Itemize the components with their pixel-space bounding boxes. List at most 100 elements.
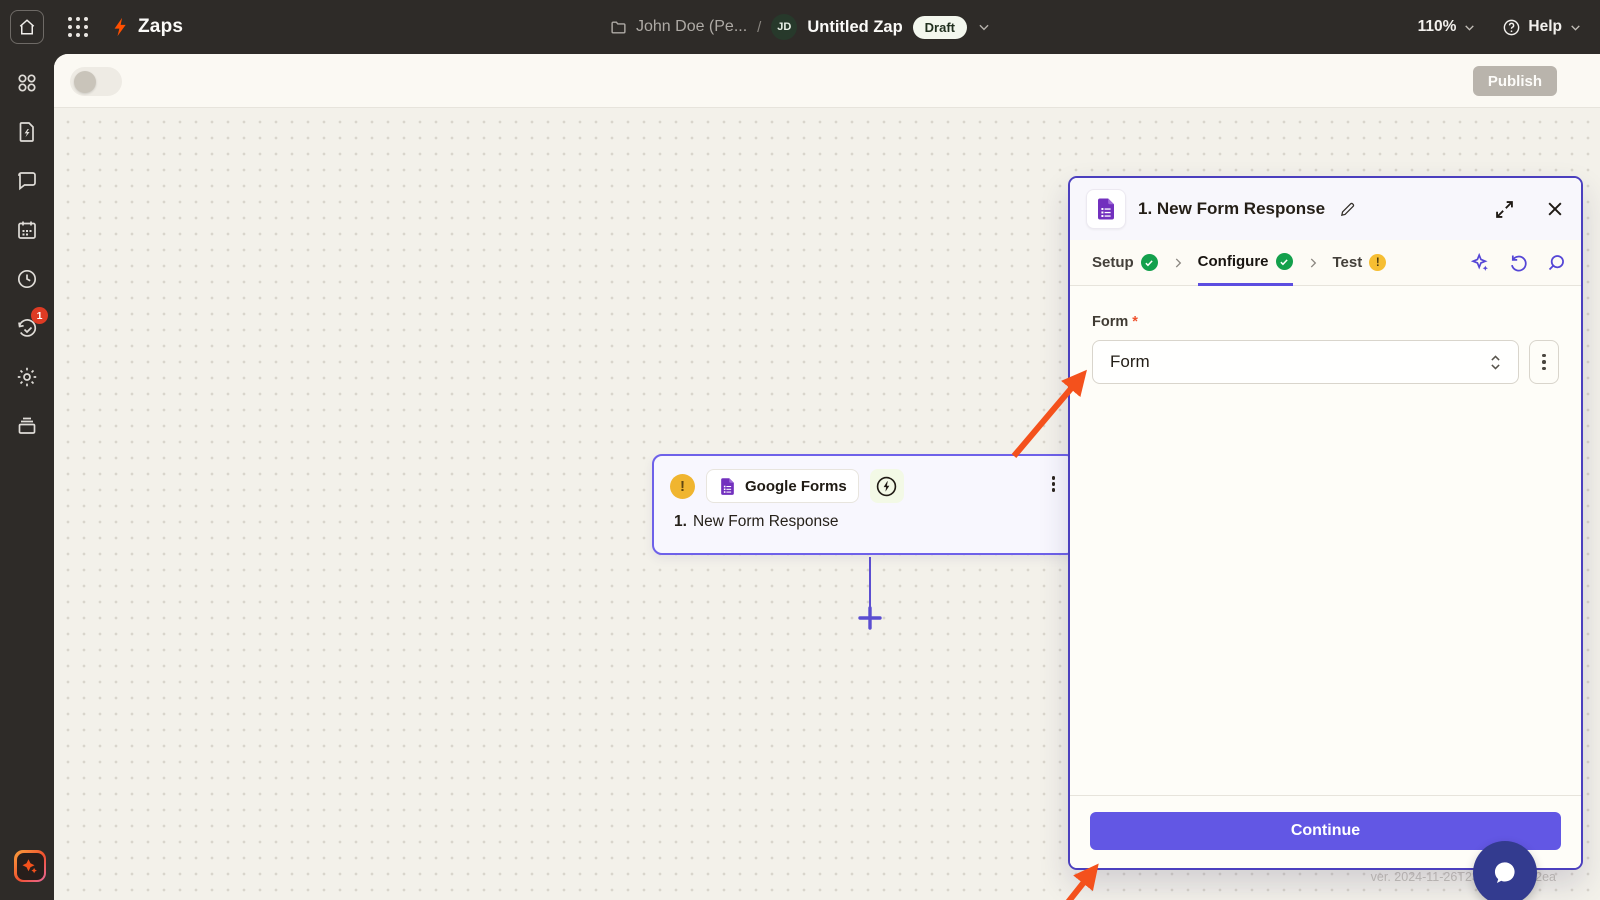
- arrow-to-continue-button: [1030, 872, 1092, 900]
- google-forms-icon: [718, 477, 737, 496]
- form-label-text: Form: [1092, 314, 1128, 330]
- breadcrumb-separator: /: [757, 19, 761, 36]
- step-title: New Form Response: [693, 513, 839, 531]
- panel-body: Form* Form: [1070, 286, 1581, 412]
- zap-canvas[interactable]: ! Google Forms 1. New Form Response: [54, 108, 1600, 900]
- chevron-down-icon: [1569, 21, 1582, 34]
- warning-icon: !: [670, 474, 695, 499]
- step-number: 1.: [674, 513, 687, 531]
- help-menu[interactable]: Help: [1502, 18, 1582, 37]
- stack-icon: [15, 414, 39, 438]
- undo-refresh-button[interactable]: [1508, 252, 1529, 273]
- required-asterisk: *: [1132, 314, 1138, 330]
- editor-toolbar: Publish: [54, 54, 1600, 108]
- tab-setup[interactable]: Setup: [1092, 240, 1158, 285]
- breadcrumb-folder[interactable]: John Doe (Pe...: [609, 18, 747, 36]
- status-badge: Draft: [913, 16, 967, 39]
- chevron-down-icon: [1463, 21, 1476, 34]
- rename-step-button[interactable]: [1339, 201, 1356, 218]
- calendar-icon: [15, 218, 39, 242]
- close-panel-button[interactable]: [1545, 199, 1565, 219]
- help-label: Help: [1528, 18, 1562, 36]
- avatar: JD: [771, 14, 797, 40]
- tab-setup-label: Setup: [1092, 254, 1134, 271]
- panel-title: 1. New Form Response: [1138, 199, 1325, 219]
- search-fields-button[interactable]: [1546, 252, 1567, 273]
- configure-done-icon: [1276, 253, 1293, 270]
- trigger-bolt-icon: [875, 475, 898, 498]
- step-card-trigger[interactable]: ! Google Forms 1. New Form Response: [652, 454, 1076, 555]
- zoom-level: 110%: [1418, 18, 1457, 36]
- apps-icon: [15, 71, 39, 95]
- folder-icon: [609, 19, 628, 36]
- undo-icon: [1508, 252, 1529, 273]
- step-config-panel: 1. New Form Response Setup: [1068, 176, 1583, 870]
- tab-bar-actions: [1470, 240, 1567, 285]
- left-sidebar: 1: [0, 54, 54, 900]
- close-icon: [1545, 199, 1565, 219]
- sidebar-item-interfaces[interactable]: [15, 414, 39, 438]
- home-icon: [18, 18, 36, 36]
- sidebar-item-apps[interactable]: [15, 71, 39, 95]
- form-field-label: Form*: [1092, 314, 1559, 330]
- sidebar-item-settings[interactable]: [15, 365, 39, 389]
- sidebar-item-templates[interactable]: [15, 120, 39, 144]
- sidebar-item-schedule[interactable]: [15, 218, 39, 242]
- sparkle-icon: [21, 857, 39, 875]
- sparkle-icon: [1470, 252, 1491, 273]
- notification-badge: 1: [31, 307, 48, 324]
- home-button[interactable]: [10, 10, 44, 44]
- test-warning-icon: !: [1369, 254, 1386, 271]
- tab-test[interactable]: Test !: [1333, 240, 1387, 285]
- zap-title[interactable]: Untitled Zap: [807, 18, 902, 37]
- zoom-level-control[interactable]: 110%: [1418, 18, 1477, 36]
- publish-button[interactable]: Publish: [1473, 66, 1557, 96]
- add-step-button[interactable]: [857, 605, 883, 631]
- google-forms-icon: [1094, 197, 1118, 221]
- tab-separator: [1306, 240, 1320, 285]
- zap-on-off-toggle[interactable]: [70, 67, 122, 96]
- expand-panel-button[interactable]: [1494, 199, 1515, 220]
- sidebar-item-recent[interactable]: [15, 267, 39, 291]
- panel-tab-bar: Setup Configure Test !: [1070, 240, 1581, 286]
- form-field-menu-button[interactable]: [1529, 340, 1559, 384]
- app-title: Zaps: [138, 16, 183, 38]
- search-icon: [1546, 252, 1567, 273]
- tab-configure-label: Configure: [1198, 253, 1269, 270]
- chevron-down-icon[interactable]: [977, 20, 991, 34]
- app-selector-pill[interactable]: Google Forms: [706, 469, 859, 503]
- form-select-value: Form: [1110, 352, 1150, 372]
- ai-assist-button[interactable]: [1470, 252, 1491, 273]
- tab-configure[interactable]: Configure: [1198, 240, 1293, 286]
- question-circle-icon: [1502, 18, 1521, 37]
- gear-icon: [15, 365, 39, 389]
- app-grid-button[interactable]: [68, 17, 88, 37]
- zaps-logo[interactable]: Zaps: [110, 16, 183, 38]
- panel-header: 1. New Form Response: [1070, 178, 1581, 240]
- lightning-bolt-icon: [110, 16, 130, 38]
- chat-support-button[interactable]: [1473, 841, 1537, 900]
- breadcrumb: John Doe (Pe... / JD Untitled Zap Draft: [609, 14, 991, 40]
- document-bolt-icon: [15, 120, 39, 144]
- chat-icon: [1489, 857, 1521, 889]
- header-right: 110% Help: [1418, 18, 1582, 37]
- chat-bubble-icon: [15, 169, 39, 193]
- app-name: Google Forms: [745, 478, 847, 495]
- breadcrumb-folder-label: John Doe (Pe...: [636, 18, 747, 36]
- expand-icon: [1494, 199, 1515, 220]
- setup-done-icon: [1141, 254, 1158, 271]
- step-menu-button[interactable]: [1049, 473, 1059, 495]
- trigger-event-badge[interactable]: [870, 469, 904, 503]
- pencil-icon: [1339, 201, 1356, 218]
- clock-icon: [15, 267, 39, 291]
- ai-copilot-button[interactable]: [14, 850, 46, 882]
- sidebar-item-history[interactable]: 1: [15, 316, 39, 340]
- top-header: Zaps John Doe (Pe... / JD Untitled Zap D…: [0, 0, 1600, 54]
- select-stepper-icon: [1488, 354, 1503, 371]
- sidebar-item-messages[interactable]: [15, 169, 39, 193]
- tab-separator: [1171, 240, 1185, 285]
- tab-test-label: Test: [1333, 254, 1363, 271]
- editor-content: Publish ! Google Forms 1. New Form Respo…: [54, 54, 1600, 900]
- app-icon-tile: [1086, 189, 1126, 229]
- form-select[interactable]: Form: [1092, 340, 1519, 384]
